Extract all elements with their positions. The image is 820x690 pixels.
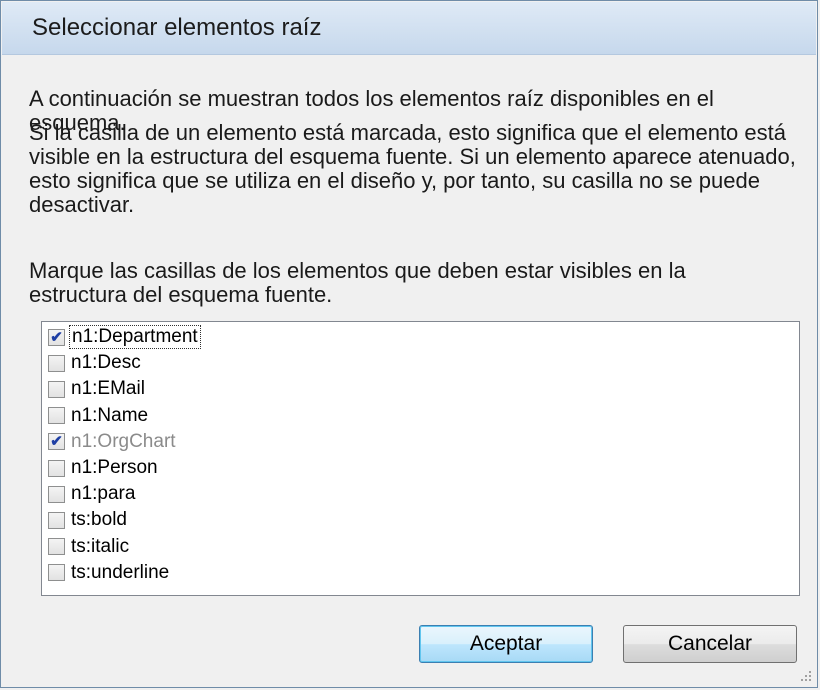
list-item-label: ts:bold [71, 509, 127, 531]
list-item[interactable]: ts:bold [48, 507, 129, 533]
checkbox[interactable] [48, 380, 65, 398]
list-item-label: n1:Name [71, 404, 149, 426]
dialog-title: Seleccionar elementos raíz [32, 14, 322, 41]
list-item-label: n1:OrgChart [71, 430, 176, 452]
checkbox[interactable] [48, 538, 65, 556]
checkbox[interactable] [48, 511, 65, 529]
instruction-text: Marque las casillas de los elementos que… [29, 258, 686, 307]
title-bar[interactable]: Seleccionar elementos raíz [2, 2, 816, 55]
list-item-label: n1:Department [69, 325, 201, 349]
list-item[interactable]: n1:Desc [48, 350, 143, 376]
list-item[interactable]: n1:para [48, 481, 137, 507]
checkbox[interactable] [48, 354, 65, 372]
list-item[interactable]: ts:italic [48, 534, 131, 560]
list-item-label: ts:italic [71, 535, 130, 557]
list-item-label: n1:Person [71, 457, 158, 478]
list-item[interactable]: n1:Name [48, 403, 150, 429]
checkmark-icon: ✔ [50, 328, 63, 346]
list-item-label: ts:underline [71, 561, 170, 583]
list-item[interactable]: n1:EMail [48, 376, 147, 402]
root-elements-list[interactable]: ✔ n1:Department n1:Desc n1:EMail n1:Name ✔ n1:… [41, 321, 800, 596]
checkbox[interactable] [48, 564, 65, 582]
checkmark-icon: ✔ [50, 433, 63, 451]
list-item-label: n1:Desc [71, 352, 141, 374]
list-item[interactable]: ✔ n1:Department [48, 324, 201, 350]
cancel-button[interactable]: Cancelar [623, 625, 797, 663]
checkbox[interactable] [48, 459, 65, 477]
checkbox[interactable]: ✔ [48, 433, 65, 451]
ok-button[interactable]: Aceptar [419, 625, 593, 663]
list-item[interactable]: ts:underline [48, 560, 171, 586]
checkbox[interactable]: ✔ [48, 328, 65, 346]
dialog-window: Seleccionar elementos raíz A continuació… [0, 0, 818, 688]
list-item-label: n1:para [71, 483, 136, 505]
list-item[interactable]: n1:Person [48, 455, 160, 481]
list-item[interactable]: ✔ n1:OrgChart [48, 429, 178, 455]
list-item-label: n1:EMail [71, 378, 145, 400]
description-text: Si la casilla de un elemento está marcad… [29, 120, 796, 217]
checkbox[interactable] [48, 485, 65, 503]
resize-grip-icon[interactable] [797, 667, 813, 683]
checkbox[interactable] [48, 407, 65, 425]
